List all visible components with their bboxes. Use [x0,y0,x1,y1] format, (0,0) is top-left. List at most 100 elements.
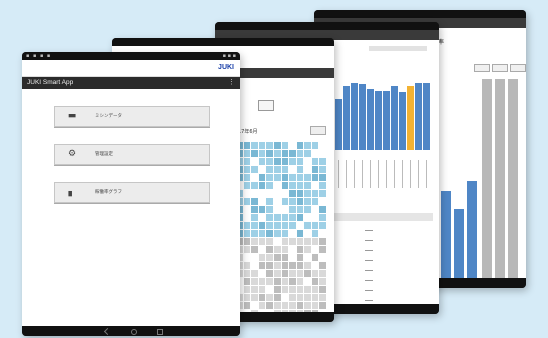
heatmap-cell [304,278,311,285]
heatmap-cell [243,166,251,173]
heatmap-cell [281,238,289,245]
heatmap-cell [296,254,304,261]
heatmap-cell [266,270,273,277]
heatmap-cell [319,294,326,301]
heatmap-cell [251,174,258,181]
heatmap-cell [296,166,304,173]
heatmap-cell [319,150,326,157]
heatmap-cell [304,214,311,221]
heatmap-cell [311,286,319,293]
heatmap-cell [243,182,251,189]
heatmap-cell [311,190,319,197]
heatmap-cell [304,302,311,309]
utilization-graph-button[interactable]: ▖ 稼働率グラフ [54,182,210,203]
heatmap-cell [304,222,311,229]
heatmap-cell [319,270,326,277]
heatmap-cell [319,174,326,181]
heatmap-cell [273,238,281,245]
heatmap-cell [273,214,281,221]
heatmap-cell [281,222,289,229]
heatmap-cell [243,222,251,229]
heatmap-cell [251,182,258,189]
heatmap-cell [251,198,258,205]
heatmap-cell [266,206,273,213]
heatmap-cell [251,278,258,285]
heatmap-cell [289,142,296,149]
heatmap-cell [258,230,266,237]
view-button[interactable] [310,126,326,135]
heatmap-cell [304,158,311,165]
heatmap-cell [251,238,258,245]
heatmap-cell [266,294,273,301]
heatmap-cell [311,142,319,149]
chart-bar [383,90,390,150]
heatmap-cell [266,190,273,197]
main-menu: ▬ ミシンデータ ⚙ 管理設定 ▖ 稼働率グラフ [54,106,210,220]
data-list [365,230,373,304]
heatmap-cell [296,214,304,221]
axis-tick [362,160,363,188]
heatmap-cell [258,294,266,301]
heatmap-cell [281,278,289,285]
heatmap-cell [266,166,273,173]
heatmap-cell [304,238,311,245]
heatmap-cell [266,278,273,285]
heatmap-cell [289,302,296,309]
chart-bar [399,92,406,150]
date-selector[interactable] [258,100,274,111]
heatmap-cell [258,270,266,277]
heatmap-cell [311,166,319,173]
heatmap-cell [296,278,304,285]
heatmap-cell [304,198,311,205]
calendar-heatmap [236,142,326,312]
heatmap-cell [319,190,326,197]
overflow-menu-icon[interactable]: ⋮ [228,77,235,89]
heatmap-cell [251,214,258,221]
heatmap-cell [281,142,289,149]
chart-bar [482,78,492,278]
axis-tick [346,160,347,188]
heatmap-cell [311,158,319,165]
heatmap-cell [243,302,251,309]
brand-header: JUKI [22,60,240,77]
heatmap-cell [266,302,273,309]
heatmap-cell [243,246,251,253]
chart-bar [454,209,464,278]
heatmap-cell [273,254,281,261]
heatmap-cell [273,190,281,197]
heatmap-cell [319,238,326,245]
heatmap-cell [243,174,251,181]
recent-apps-icon[interactable] [157,329,164,335]
heatmap-cell [289,190,296,197]
back-icon[interactable] [103,327,111,336]
heatmap-cell [266,238,273,245]
axis-tick [410,160,411,188]
heatmap-cell [258,206,266,213]
heatmap-cell [251,270,258,277]
heatmap-cell [311,222,319,229]
management-settings-button[interactable]: ⚙ 管理設定 [54,144,210,165]
heatmap-cell [243,230,251,237]
heatmap-cell [243,270,251,277]
heatmap-cell [258,142,266,149]
heatmap-cell [296,198,304,205]
heatmap-cell [281,230,289,237]
heatmap-cell [311,150,319,157]
heatmap-cell [281,214,289,221]
app-bar: JUKI Smart App ⋮ [22,77,240,89]
heatmap-cell [304,286,311,293]
heatmap-cell [289,174,296,181]
machine-data-button[interactable]: ▬ ミシンデータ [54,106,210,127]
heatmap-cell [289,278,296,285]
menu-label: 稼働率グラフ [95,190,122,195]
menu-label: ミシンデータ [95,114,122,119]
chart-bar [407,86,414,150]
heatmap-cell [243,238,251,245]
heatmap-cell [289,198,296,205]
heatmap-cell [281,166,289,173]
chart-legend [369,46,427,51]
heatmap-cell [266,182,273,189]
home-icon[interactable] [131,329,137,335]
heatmap-cell [258,182,266,189]
navigation-bar [22,326,240,336]
